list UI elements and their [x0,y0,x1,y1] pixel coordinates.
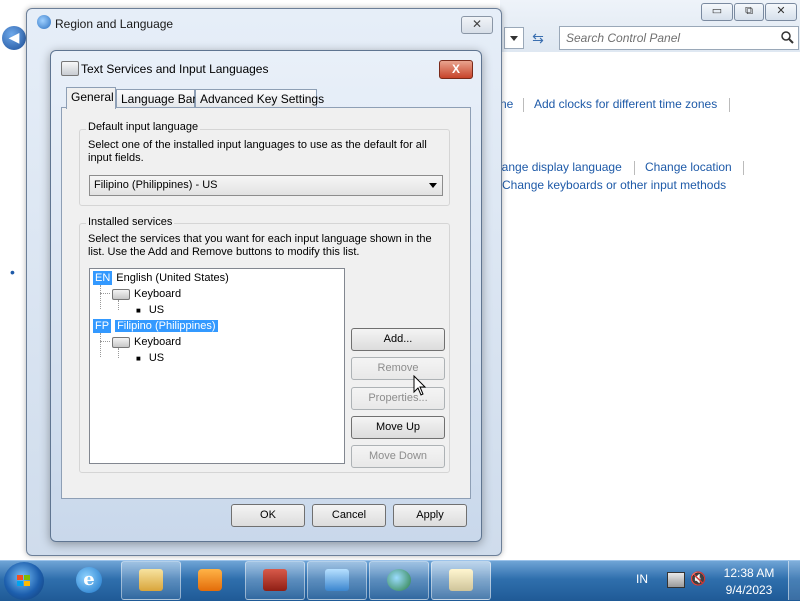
media-player-taskbar-button[interactable] [183,562,237,598]
language-name: English (United States) [116,272,229,284]
keyboard-icon [112,288,130,300]
region-language-taskbar-button[interactable] [369,561,429,600]
input-language-indicator[interactable]: IN [636,572,648,586]
category-label: Keyboard [134,288,182,300]
tree-connector [118,348,119,358]
clock-time[interactable]: 12:38 AM [718,566,780,580]
network-icon[interactable] [667,572,685,588]
link-separator [634,161,635,175]
text-services-taskbar-button[interactable] [431,561,491,600]
properties-button[interactable]: Properties... [351,387,445,410]
add-button[interactable]: Add... [351,328,445,351]
show-desktop-button[interactable] [788,561,800,600]
text-services-dialog: Text Services and Input Languages X Gene… [50,50,482,542]
volume-icon[interactable]: 🔇 [690,572,706,586]
mouse-cursor-icon [413,375,427,396]
globe-icon [387,569,411,591]
change-display-language-link[interactable]: hange display language [495,160,622,174]
layout-label: US [148,304,165,316]
refresh-icon[interactable]: ⇆ [527,28,549,48]
bullet: • [10,264,15,280]
chevron-down-icon [510,36,518,41]
move-up-button[interactable]: Move Up [351,416,445,439]
toolbox-icon [263,569,287,591]
category-label: Keyboard [134,336,182,348]
address-dropdown-button[interactable] [504,27,524,49]
tree-item-filipino[interactable]: FP Filipino (Philippines) [93,319,218,333]
tree-item-layout[interactable]: ■ US [136,303,164,318]
installed-services-tree[interactable]: EN English (United States) Keyboard ■ US F… [89,268,345,464]
tab-language-bar[interactable]: Language Bar [116,89,196,109]
explorer-taskbar-button[interactable] [121,561,181,600]
control-panel-taskbar-button[interactable] [307,561,367,600]
tree-connector [100,333,101,357]
keyboard-icon [112,336,130,348]
tab-advanced-key-settings[interactable]: Advanced Key Settings [195,89,324,109]
tree-item-layout[interactable]: ■ US [136,351,164,366]
region-window-title: Region and Language [55,17,174,31]
tree-connector [118,300,119,310]
search-input[interactable]: Search Control Panel [559,26,799,50]
media-player-icon [198,569,222,591]
language-badge: EN [93,271,113,285]
bullet-icon: ■ [136,354,141,363]
region-window-close-button[interactable]: ✕ [461,16,493,34]
windows-logo-icon [17,575,30,586]
bullet-icon: ■ [136,306,141,315]
default-input-group-label: Default input language [86,121,201,133]
default-input-description: Select one of the installed input langua… [88,139,427,164]
remove-button[interactable]: Remove [351,357,445,380]
link-separator [743,161,744,175]
dialog-title: Text Services and Input Languages [81,62,269,76]
back-button[interactable]: ◀ [2,26,26,50]
cancel-button[interactable]: Cancel [312,504,386,527]
link-partial[interactable]: ne [500,97,513,111]
keyboard-icon [449,569,473,591]
tree-item-keyboard[interactable]: Keyboard [112,287,181,301]
chevron-down-icon [429,183,437,188]
clock-date[interactable]: 9/4/2023 [718,583,780,597]
tree-connector [100,341,110,342]
add-clocks-link[interactable]: Add clocks for different time zones [534,97,717,111]
tree-connector [100,285,101,309]
link-separator [729,98,730,112]
internet-explorer-taskbar-button[interactable]: e [62,562,116,598]
language-name-selected: Filipino (Philippines) [115,320,218,332]
search-placeholder: Search Control Panel [566,31,681,45]
default-input-selected-value: Filipino (Philippines) - US [94,179,218,191]
search-icon [781,31,794,44]
maximize-button[interactable]: ⧉ [734,3,764,21]
tree-connector [100,293,110,294]
folder-icon [139,569,163,591]
installed-services-group-label: Installed services [86,216,175,228]
control-panel-icon [325,569,349,591]
tree-item-english[interactable]: EN English (United States) [93,271,229,285]
change-location-link[interactable]: Change location [645,160,732,174]
move-down-button[interactable]: Move Down [351,445,445,468]
tree-item-keyboard[interactable]: Keyboard [112,335,181,349]
layout-label: US [148,352,165,364]
apply-button[interactable]: Apply [393,504,467,527]
keyboard-icon [61,61,79,76]
back-arrow-icon: ◀ [8,29,20,45]
link-separator [523,98,524,112]
installed-services-description: Select the services that you want for ea… [88,233,432,258]
internet-explorer-icon: e [76,567,102,593]
default-input-select[interactable]: Filipino (Philippines) - US [89,175,443,196]
minimize-button[interactable]: ▭ [701,3,733,21]
toolbox-taskbar-button[interactable] [245,561,305,600]
tab-general[interactable]: General [66,87,116,109]
change-keyboards-link[interactable]: Change keyboards or other input methods [502,178,726,192]
dialog-close-button[interactable]: X [439,60,473,79]
close-window-button[interactable]: ✕ [765,3,797,21]
ok-button[interactable]: OK [231,504,305,527]
tab-panel-general: Default input language Select one of the… [61,107,471,499]
language-badge: FP [93,319,112,333]
globe-icon [37,15,51,29]
